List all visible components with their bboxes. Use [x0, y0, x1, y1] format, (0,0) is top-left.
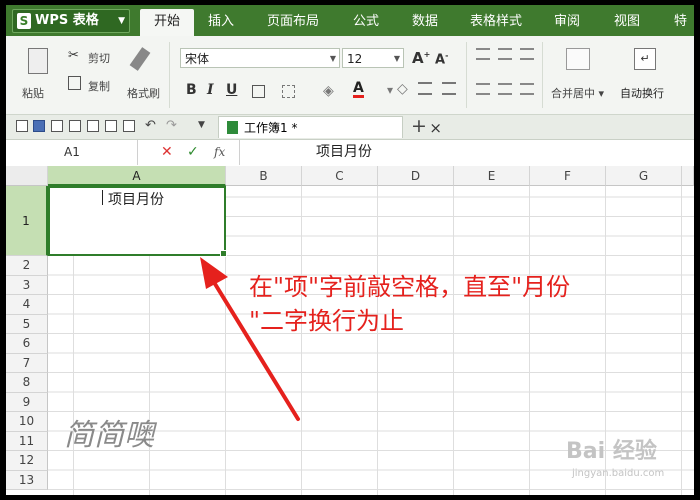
- wps-window: S WPS 表格 ▼ 开始 插入 页面布局 公式 数据 表格样式 审阅 视图 特 …: [6, 5, 694, 495]
- annotation-text: 在"项"字前敲空格，直至"月份 "二字换行为止: [249, 270, 669, 338]
- baidu-jingyan-logo: Bai 经验: [566, 439, 657, 464]
- baidu-jingyan-url: jingyan.baidu.com: [572, 468, 665, 479]
- author-watermark: 简简噢: [64, 418, 154, 453]
- annotation-line-2: "二字换行为止: [249, 307, 405, 335]
- annotation-line-1: 在"项"字前敲空格，直至"月份: [249, 273, 571, 301]
